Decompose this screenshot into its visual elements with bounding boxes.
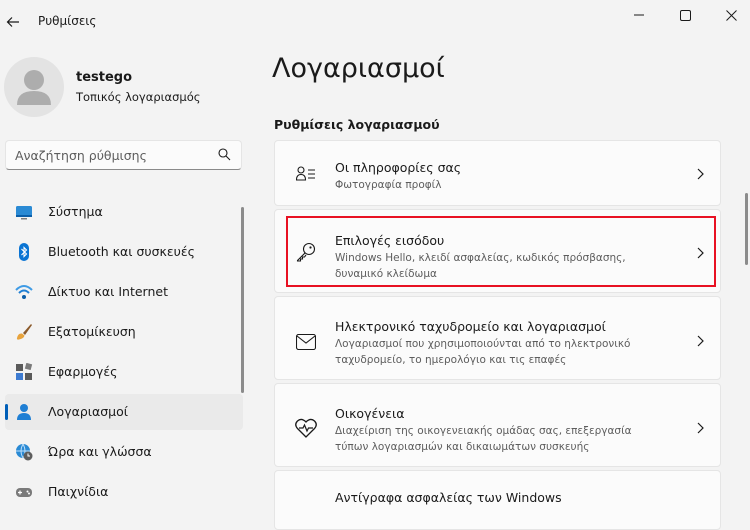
- card-family[interactable]: Οικογένεια Διαχείριση της οικογενειακής …: [274, 383, 721, 467]
- sidebar-item-apps[interactable]: Εφαρμογές: [5, 354, 243, 390]
- card-email-accounts[interactable]: Ηλεκτρονικό ταχυδρομείο και λογαριασμοί …: [274, 296, 721, 380]
- mail-icon: [295, 331, 317, 353]
- section-title: Ρυθμίσεις λογαριασμού: [274, 117, 440, 132]
- main-scrollbar[interactable]: [745, 193, 748, 265]
- minimize-button[interactable]: [616, 0, 662, 30]
- highlight-box: [286, 216, 716, 287]
- sidebar-item-label: Παιχνίδια: [48, 484, 109, 499]
- sidebar-item-network[interactable]: Δίκτυο και Internet: [5, 274, 243, 310]
- app-title: Ρυθμίσεις: [38, 14, 97, 28]
- search-box[interactable]: Αναζήτηση ρύθμισης: [5, 140, 242, 170]
- sidebar-item-label: Εξατομίκευση: [48, 324, 136, 339]
- bluetooth-icon: [19, 243, 29, 261]
- close-button[interactable]: [708, 0, 750, 30]
- sidebar-item-time-language[interactable]: Ώρα και γλώσσα: [5, 434, 243, 470]
- account-type: Τοπικός λογαριασμός: [76, 90, 201, 104]
- card-description: Φωτογραφία προφίλ: [335, 179, 442, 191]
- gamepad-icon: [16, 488, 32, 497]
- avatar[interactable]: [4, 57, 64, 117]
- user-info-icon: [295, 163, 317, 185]
- card-description: Διαχείριση της οικογενειακής ομάδας σας,…: [335, 425, 632, 453]
- search-input[interactable]: Αναζήτηση ρύθμισης: [15, 148, 147, 163]
- sidebar-scrollbar[interactable]: [241, 207, 244, 393]
- sidebar-item-label: Bluetooth και συσκευές: [48, 244, 195, 259]
- maximize-icon: [679, 9, 691, 21]
- maximize-button[interactable]: [662, 0, 708, 30]
- chevron-right-icon: [697, 335, 704, 347]
- sidebar-item-label: Δίκτυο και Internet: [48, 284, 168, 299]
- sidebar-item-label: Ώρα και γλώσσα: [48, 444, 152, 459]
- card-your-info[interactable]: Οι πληροφορίες σας Φωτογραφία προφίλ: [274, 140, 721, 206]
- card-title: Οικογένεια: [335, 406, 405, 421]
- chevron-right-icon: [697, 168, 704, 180]
- card-windows-backup[interactable]: Αντίγραφα ασφαλείας των Windows: [274, 470, 721, 530]
- globe-clock-icon: [16, 443, 33, 461]
- back-button[interactable]: [0, 9, 26, 35]
- sidebar-item-gaming[interactable]: Παιχνίδια: [5, 474, 243, 510]
- page-title: Λογαριασμοί: [272, 53, 445, 84]
- system-icon: [16, 206, 32, 220]
- title-bar: Ρυθμίσεις: [0, 0, 750, 40]
- wifi-icon: [15, 285, 33, 299]
- close-icon: [725, 9, 737, 21]
- sidebar-item-accounts[interactable]: Λογαριασμοί: [5, 394, 243, 430]
- apps-icon: [16, 363, 33, 380]
- card-title: Ηλεκτρονικό ταχυδρομείο και λογαριασμοί: [335, 319, 606, 334]
- back-arrow-icon: [6, 17, 19, 27]
- user-avatar-icon: [17, 70, 51, 105]
- sidebar-item-system[interactable]: Σύστημα: [5, 194, 243, 230]
- sidebar-item-personalization[interactable]: Εξατομίκευση: [5, 314, 243, 350]
- active-indicator: [5, 404, 8, 420]
- search-icon: [218, 148, 231, 161]
- chevron-right-icon: [697, 422, 704, 434]
- sidebar-item-label: Εφαρμογές: [48, 364, 118, 379]
- card-title: Αντίγραφα ασφαλείας των Windows: [335, 490, 562, 505]
- sidebar-item-label: Σύστημα: [48, 204, 103, 219]
- card-title: Οι πληροφορίες σας: [335, 160, 462, 175]
- person-icon: [17, 404, 31, 420]
- card-description: Λογαριασμοί που χρησιμοποιούνται από το …: [335, 338, 631, 366]
- brush-icon: [16, 324, 32, 340]
- sidebar-item-label: Λογαριασμοί: [48, 404, 128, 419]
- user-name: testego: [76, 70, 133, 85]
- sidebar-item-bluetooth[interactable]: Bluetooth και συσκευές: [5, 234, 243, 270]
- minimize-icon: [634, 14, 644, 16]
- family-heart-icon: [295, 417, 317, 439]
